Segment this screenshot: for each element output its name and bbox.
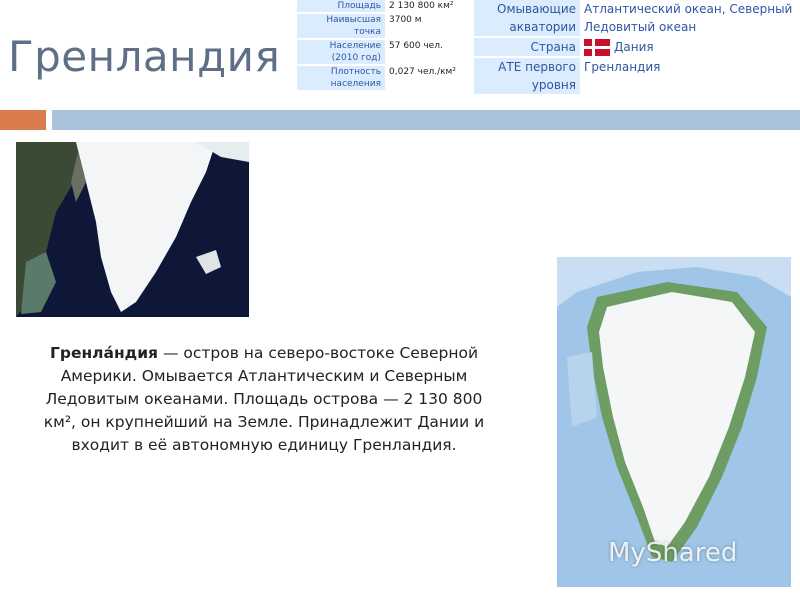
infobox-value: 3700 м [385,14,473,38]
infobox-label: Наивысшая точка [297,14,385,38]
watermark-logo: MyShared [608,538,738,568]
accent-bar-orange [0,110,46,130]
infobox-link[interactable]: Гренландия [580,58,800,94]
infobox-stats: Площадь 2 130 800 км² Наивысшая точка 37… [297,0,473,92]
infobox-country: Дания [580,38,800,56]
infobox-label: Страна [474,38,580,56]
infobox-row: Плотность населения 0,027 чел./км² [297,66,473,90]
infobox-label: Омывающие акватории [474,0,580,36]
description-paragraph: Гренла́ндия — остров на северо-востоке С… [28,342,500,457]
infobox-row: Площадь 2 130 800 км² [297,0,473,12]
infobox-geo: Омывающие акватории Атлантический океан,… [474,0,800,96]
infobox-row: Омывающие акватории Атлантический океан,… [474,0,800,36]
infobox-link[interactable]: Атлантический океан, Северный Ледовитый … [580,0,800,36]
infobox-value: 57 600 чел. [385,40,473,64]
infobox-label: Население (2010 год) [297,40,385,64]
infobox-label: Плотность населения [297,66,385,90]
infobox-row: Наивысшая точка 3700 м [297,14,473,38]
infobox-label: АТЕ первого уровня [474,58,580,94]
slide-title: Гренландия [8,32,281,81]
accent-bar-blue [52,110,800,130]
satellite-image [16,142,249,317]
infobox-label: Площадь [297,0,385,12]
infobox-link[interactable]: Дания [614,40,654,54]
infobox-row: Население (2010 год) 57 600 чел. [297,40,473,64]
description-term: Гренла́ндия [49,344,159,362]
infobox-row: Страна Дания [474,38,800,56]
infobox-value: 2 130 800 км² [385,0,473,12]
infobox-row: АТЕ первого уровня Гренландия [474,58,800,94]
denmark-flag-icon [584,39,610,56]
infobox-value: 0,027 чел./км² [385,66,473,90]
